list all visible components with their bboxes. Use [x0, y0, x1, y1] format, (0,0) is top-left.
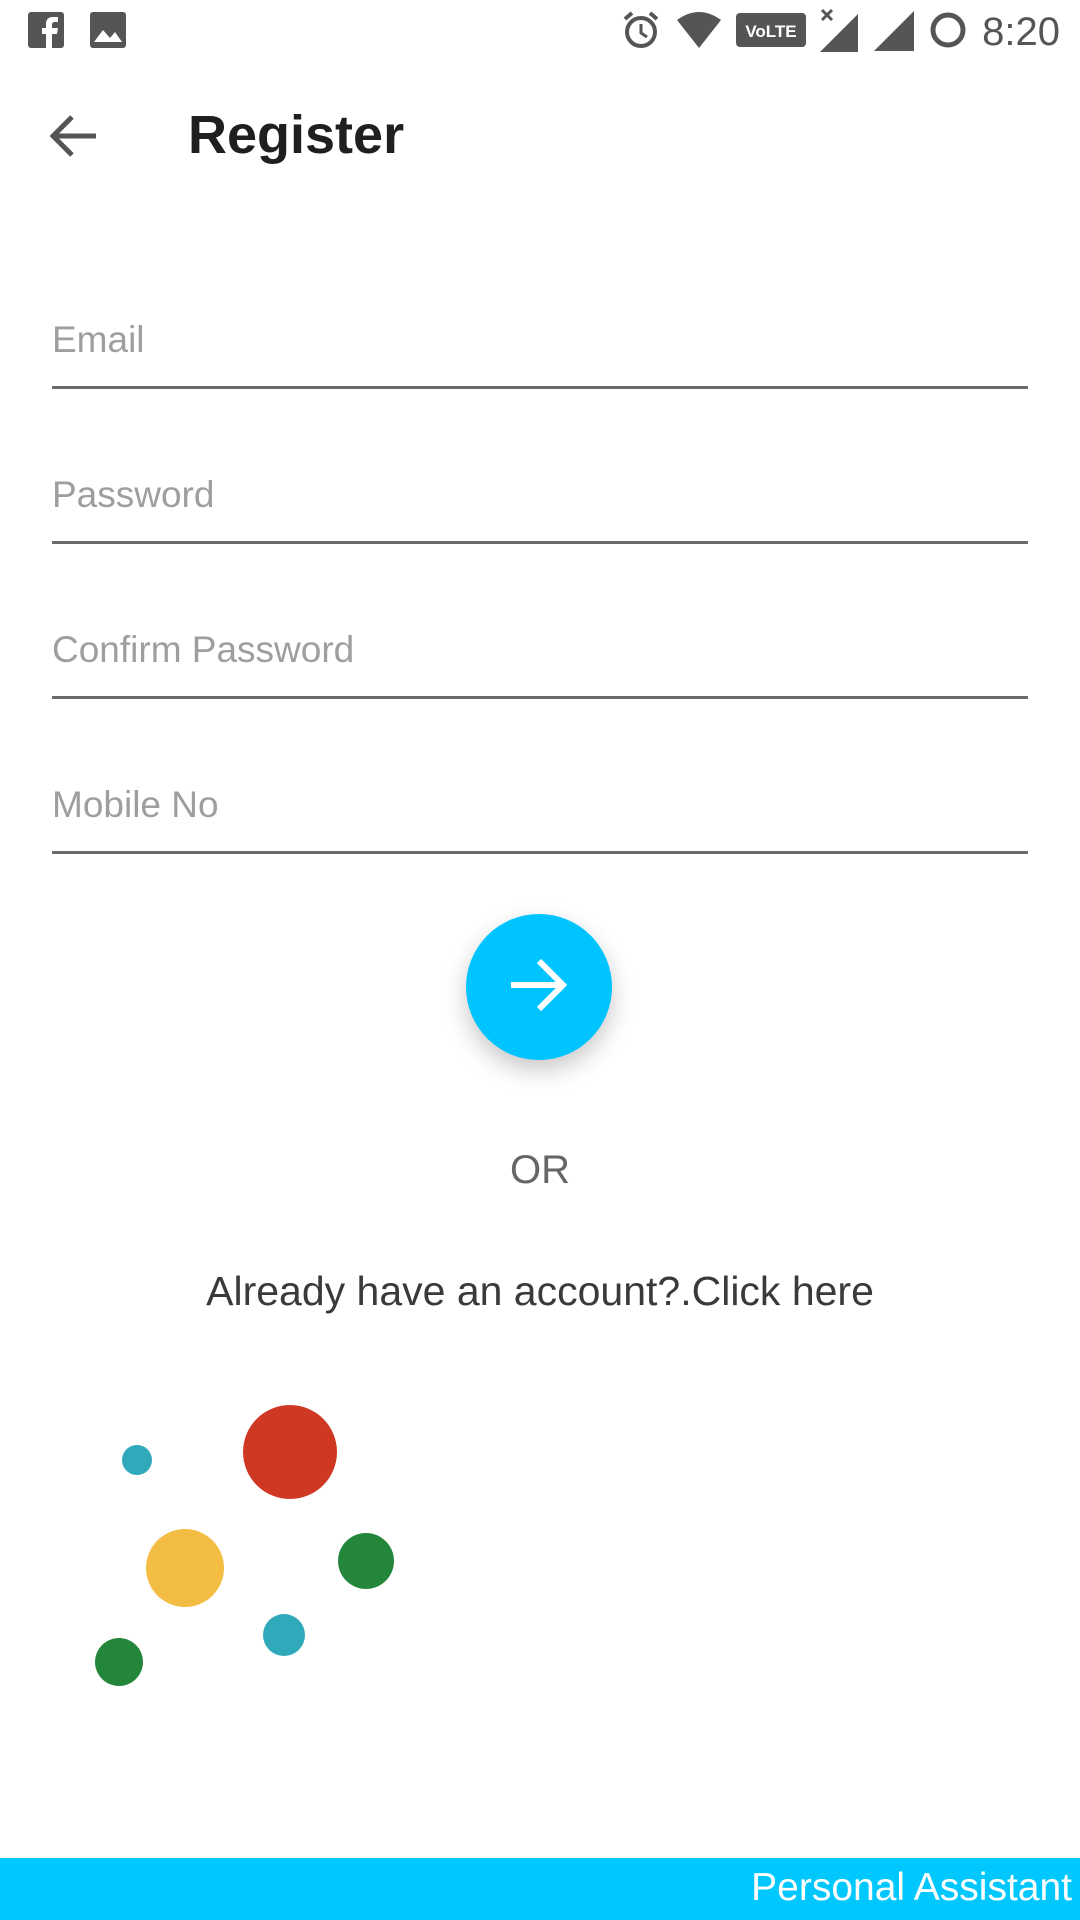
signal-icon — [874, 9, 915, 55]
password-field[interactable] — [52, 455, 1028, 535]
svg-text:VoLTE: VoLTE — [745, 22, 796, 41]
app-bar: Register — [0, 64, 1080, 212]
submit-button[interactable] — [466, 914, 612, 1060]
mobile-field-container — [52, 765, 1028, 854]
back-button[interactable] — [46, 110, 102, 166]
facebook-icon — [28, 12, 64, 52]
volte-icon: VoLTE — [736, 13, 807, 51]
green-dot-right — [338, 1533, 394, 1589]
footer-label: Personal Assistant — [751, 1866, 1072, 1909]
arrow-back-icon — [49, 114, 98, 162]
wifi-icon — [676, 10, 722, 54]
email-field-container — [52, 300, 1028, 389]
teal-dot-small — [122, 1445, 152, 1475]
gallery-icon — [90, 12, 126, 52]
mobile-field[interactable] — [52, 765, 1028, 845]
signal-x-icon — [820, 8, 860, 56]
status-time: 8:20 — [982, 9, 1060, 54]
or-divider-text: OR — [510, 1148, 570, 1192]
confirm-password-field[interactable] — [52, 610, 1028, 690]
red-dot — [243, 1405, 337, 1499]
password-field-container — [52, 455, 1028, 544]
arrow-forward-icon — [509, 957, 569, 1017]
page-title: Register — [188, 105, 405, 165]
footer-bar: Personal Assistant — [0, 1858, 1080, 1920]
confirm-password-field-container — [52, 610, 1028, 699]
status-bar: VoLTE 8:20 — [0, 0, 1080, 64]
email-field[interactable] — [52, 300, 1028, 380]
login-link[interactable]: Already have an account?.Click here — [0, 1268, 1080, 1315]
teal-dot — [263, 1614, 305, 1656]
yellow-dot — [146, 1529, 224, 1607]
battery-ring-icon — [928, 10, 968, 54]
green-dot-left — [95, 1638, 143, 1686]
alarm-icon — [620, 9, 662, 55]
